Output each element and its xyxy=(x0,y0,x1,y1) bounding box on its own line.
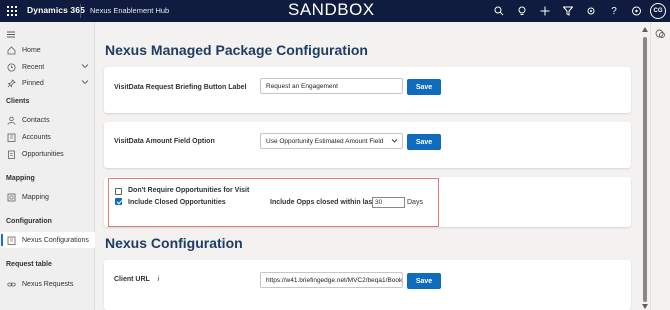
scroll-down-icon[interactable] xyxy=(642,304,648,309)
chevron-down-icon[interactable] xyxy=(81,79,89,85)
sidebar-item-accounts[interactable]: Accounts xyxy=(0,129,95,145)
sidebar-group-title: Mapping xyxy=(6,175,35,182)
sidebar: Home Recent Pinned Clients Contacts Acco… xyxy=(0,22,95,310)
section-title: Nexus Configuration xyxy=(105,235,243,251)
filter-icon[interactable] xyxy=(562,5,574,17)
pin-icon xyxy=(6,78,16,88)
scroll-up-icon[interactable] xyxy=(642,27,648,32)
page-title: Nexus Managed Package Configuration xyxy=(105,42,368,58)
sidebar-group-title: Configuration xyxy=(6,218,52,225)
sidebar-group-title: Clients xyxy=(6,98,30,105)
help-icon[interactable]: ? xyxy=(608,5,620,17)
mapping-icon xyxy=(6,192,16,202)
divider xyxy=(80,4,81,18)
sidebar-item-mapping[interactable]: Mapping xyxy=(0,189,95,205)
sidebar-item-label: Mapping xyxy=(22,193,49,201)
field-label: VisitData Request Briefing Button Label xyxy=(114,84,247,91)
sidebar-item-nexus-configurations[interactable]: Nexus Configurations xyxy=(0,232,95,248)
sidebar-item-label: Recent xyxy=(22,63,45,71)
environment-banner: SANDBOX xyxy=(288,0,375,19)
amount-field-option-card: VisitData Amount Field Option Use Opport… xyxy=(104,122,631,168)
save-button[interactable]: Save xyxy=(407,273,441,289)
home-icon xyxy=(6,45,16,55)
briefing-button-label-input[interactable]: Request an Engagement xyxy=(260,78,403,94)
gear-icon[interactable] xyxy=(585,5,597,17)
sidebar-item-opportunities[interactable]: Opportunities xyxy=(0,146,95,162)
main-content: Nexus Managed Package Configuration Visi… xyxy=(95,22,640,310)
save-button[interactable]: Save xyxy=(407,79,441,95)
brand-name[interactable]: Dynamics 365 xyxy=(27,5,85,15)
chevron-down-icon[interactable] xyxy=(81,63,89,69)
configuration-icon xyxy=(6,235,16,245)
right-rail xyxy=(650,22,670,310)
search-icon[interactable] xyxy=(493,5,505,17)
info-icon[interactable]: i xyxy=(158,276,160,283)
field-label: VisitData Amount Field Option xyxy=(114,138,215,145)
chat-icon[interactable] xyxy=(630,5,642,17)
scrollbar-thumb[interactable] xyxy=(643,37,647,302)
sidebar-item-label: Nexus Configurations xyxy=(22,236,89,244)
hamburger-icon xyxy=(6,29,16,39)
field-label: Client URL i xyxy=(114,276,159,283)
highlight-box xyxy=(108,178,439,227)
sidebar-item-contacts[interactable]: Contacts xyxy=(0,112,95,128)
sidebar-item-pinned[interactable]: Pinned xyxy=(0,75,95,91)
clock-icon xyxy=(6,62,16,72)
sidebar-item-home[interactable]: Home xyxy=(0,42,95,58)
chevron-down-icon xyxy=(391,139,398,143)
sidebar-item-label: Accounts xyxy=(22,133,51,141)
top-navigation-bar: Dynamics 365 Nexus Enablement Hub SANDBO… xyxy=(0,0,670,22)
briefing-button-label-card: VisitData Request Briefing Button Label … xyxy=(104,67,631,113)
sidebar-item-label: Pinned xyxy=(22,79,44,87)
amount-field-select[interactable]: Use Opportunity Estimated Amount Field xyxy=(260,133,403,149)
sidebar-item-label: Contacts xyxy=(22,116,50,124)
building-icon xyxy=(6,132,16,142)
sidebar-group-title: Request table xyxy=(6,261,52,268)
save-button[interactable]: Save xyxy=(407,134,441,150)
vertical-scrollbar[interactable] xyxy=(640,22,650,310)
app-name[interactable]: Nexus Enablement Hub xyxy=(90,6,169,15)
sidebar-item-label: Home xyxy=(22,46,41,54)
sidebar-item-nexus-requests[interactable]: Nexus Requests xyxy=(0,276,95,292)
lightbulb-icon[interactable] xyxy=(516,5,528,17)
app-launcher-icon[interactable] xyxy=(7,6,17,16)
sidebar-item-label: Opportunities xyxy=(22,150,64,158)
client-url-card: Client URL i https://w41.briefingedge.ne… xyxy=(104,260,631,310)
contact-icon xyxy=(6,115,16,125)
hamburger-menu-button[interactable] xyxy=(0,26,95,42)
client-url-input[interactable]: https://w41.briefingedge.net/MVC2/beqa1/… xyxy=(260,272,403,288)
client-url-label: Client URL xyxy=(114,276,150,283)
sidebar-item-recent[interactable]: Recent xyxy=(0,59,95,75)
user-avatar[interactable]: CG xyxy=(650,3,666,19)
sidebar-item-label: Nexus Requests xyxy=(22,280,74,288)
copilot-icon[interactable] xyxy=(655,29,666,39)
document-icon xyxy=(6,149,16,159)
selected-option: Use Opportunity Estimated Amount Field xyxy=(266,138,384,145)
link-icon xyxy=(6,279,16,289)
plus-icon[interactable] xyxy=(539,5,551,17)
